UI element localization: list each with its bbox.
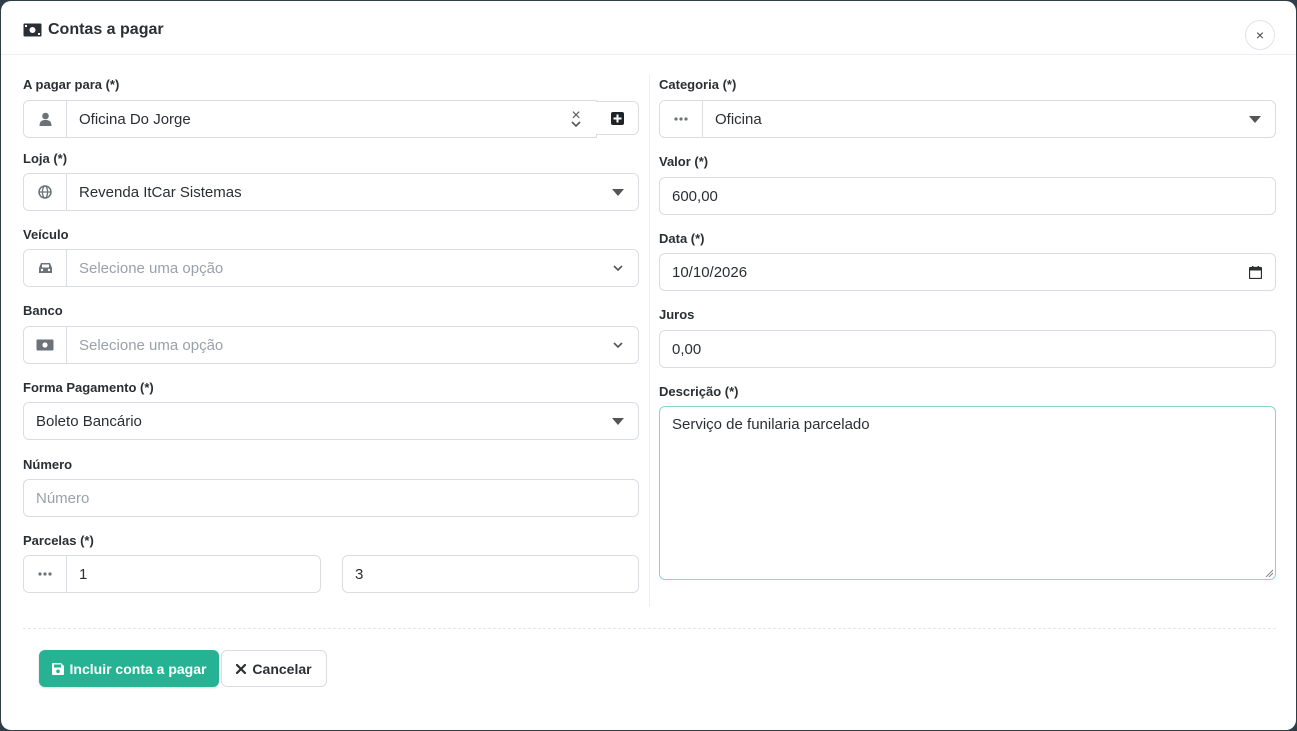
money-bill-icon <box>23 23 42 37</box>
categoria-value: Oficina <box>715 110 762 128</box>
cancelar-button[interactable]: Cancelar <box>221 650 327 687</box>
categoria-label: Categoria (*) <box>659 77 737 92</box>
forma-pagamento-value: Boleto Bancário <box>36 412 142 430</box>
money-bill-icon <box>36 339 54 351</box>
select-arrow <box>598 342 638 348</box>
numero-placeholder: Número <box>36 489 90 507</box>
forma-pagamento-select[interactable]: Boleto Bancário <box>23 402 639 440</box>
descricao-label: Descrição (*) <box>659 384 739 399</box>
addon <box>24 101 67 137</box>
veiculo-select[interactable]: Selecione uma opção <box>23 249 639 287</box>
valor-value: 600,00 <box>672 187 718 205</box>
forma-pagamento-label: Forma Pagamento (*) <box>23 380 154 395</box>
select-arrow <box>598 265 638 271</box>
categoria-select[interactable]: Oficina <box>659 100 1276 138</box>
user-icon <box>39 112 51 126</box>
save-icon <box>51 662 64 675</box>
incluir-conta-button[interactable]: Incluir conta a pagar <box>39 650 219 687</box>
caret-down-icon <box>598 417 638 425</box>
juros-value: 0,00 <box>672 340 702 358</box>
valor-label: Valor (*) <box>659 154 709 169</box>
numero-label: Número <box>23 457 73 472</box>
add-recipient-button[interactable] <box>596 101 639 135</box>
banco-select[interactable]: Selecione uma opção <box>23 326 639 364</box>
parcela-atual-input[interactable]: 1 <box>23 555 321 593</box>
chevron-down-icon <box>613 265 623 271</box>
pagar-para-select[interactable]: Oficina Do Jorge × <box>23 100 597 138</box>
plus-square-icon <box>610 111 624 125</box>
total-parcelas-value: 3 <box>355 565 364 583</box>
data-input[interactable]: 10/10/2026 <box>659 253 1276 291</box>
data-value: 10/10/2026 <box>672 263 748 281</box>
globe-icon <box>38 185 52 199</box>
incluir-conta-label: Incluir conta a pagar <box>69 660 207 677</box>
loja-label: Loja (*) <box>23 151 68 166</box>
numero-input[interactable]: Número <box>23 479 639 517</box>
veiculo-label: Veículo <box>23 227 69 242</box>
caret-down-icon <box>1235 115 1275 123</box>
modal-title-text: Contas a pagar <box>48 21 164 38</box>
ellipsis-icon <box>38 572 52 576</box>
parcela-atual-value: 1 <box>79 565 88 583</box>
data-label: Data (*) <box>659 231 705 246</box>
juros-label: Juros <box>659 307 695 322</box>
valor-input[interactable]: 600,00 <box>659 177 1276 215</box>
column-divider <box>649 75 650 607</box>
parcelas-label: Parcelas (*) <box>23 533 94 548</box>
clear-icon[interactable]: × <box>571 108 580 124</box>
banco-placeholder: Selecione uma opção <box>79 336 224 354</box>
chevron-down-icon <box>613 342 623 348</box>
select-controls: × <box>556 108 596 127</box>
footer-divider <box>23 628 1276 629</box>
cancelar-label: Cancelar <box>252 660 312 677</box>
car-icon <box>38 263 52 273</box>
total-parcelas-input[interactable]: 3 <box>342 555 639 593</box>
loja-select[interactable]: Revenda ItCar Sistemas <box>23 173 639 211</box>
contas-pagar-modal: Contas a pagar × A pagar para (*) Oficin… <box>1 1 1296 730</box>
pagar-para-label: A pagar para (*) <box>23 77 120 92</box>
pagar-para-value: Oficina Do Jorge <box>79 110 191 128</box>
loja-value: Revenda ItCar Sistemas <box>79 183 242 201</box>
resize-handle-icon[interactable] <box>1265 569 1273 577</box>
ellipsis-icon <box>674 117 688 121</box>
juros-input[interactable]: 0,00 <box>659 330 1276 368</box>
chevron-down-icon <box>571 121 581 127</box>
descricao-textarea[interactable]: Serviço de funilaria parcelado <box>659 406 1276 580</box>
veiculo-placeholder: Selecione uma opção <box>79 259 224 277</box>
modal-title: Contas a pagar <box>23 21 164 39</box>
addon <box>24 327 67 363</box>
addon <box>24 174 67 210</box>
banco-label: Banco <box>23 303 63 318</box>
close-icon <box>236 663 247 674</box>
descricao-value: Serviço de funilaria parcelado <box>672 416 870 433</box>
modal-header: Contas a pagar × <box>1 1 1296 55</box>
addon <box>24 250 67 286</box>
addon <box>24 556 67 592</box>
caret-down-icon <box>598 188 638 196</box>
close-button[interactable]: × <box>1245 20 1275 50</box>
addon <box>660 101 703 137</box>
calendar-icon[interactable] <box>1235 265 1275 279</box>
close-icon: × <box>1255 27 1265 43</box>
